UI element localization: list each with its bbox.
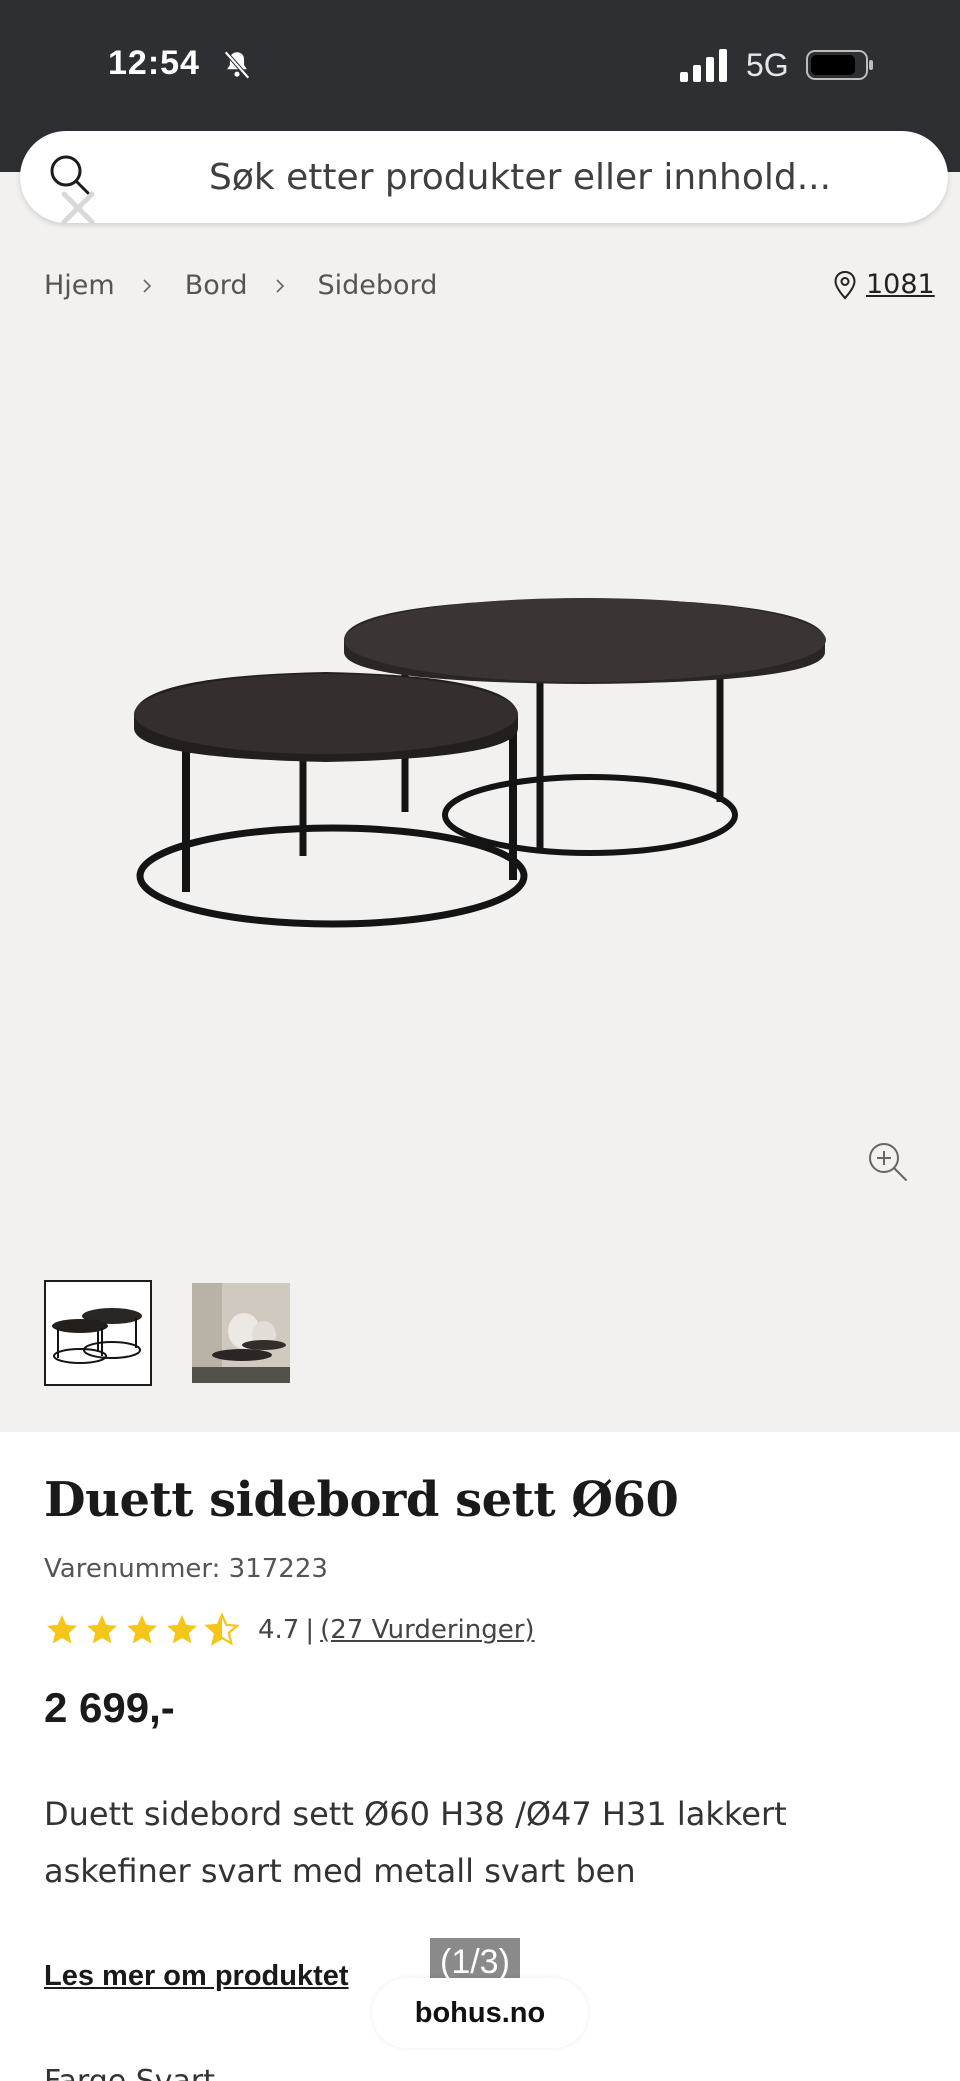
signal-icon [680, 49, 727, 82]
product-image[interactable] [120, 580, 840, 1000]
store-selector[interactable]: 1081 [832, 269, 935, 300]
thumbnail-1-image [52, 1308, 142, 1364]
star-icon [167, 1615, 197, 1644]
thumbnail-2-image [192, 1283, 290, 1383]
star-icon [47, 1615, 77, 1644]
breadcrumb: Hjem Bord Sidebord [44, 270, 437, 301]
battery-icon [806, 50, 873, 80]
bell-slash-icon [224, 50, 250, 80]
location-pin-icon [834, 270, 856, 299]
color-attribute: Farge Svart [44, 2064, 215, 2081]
reviews-link[interactable]: (27 Vurderinger) [320, 1615, 534, 1645]
star-half-icon [204, 1612, 240, 1646]
breadcrumb-bord[interactable]: Bord [185, 270, 248, 301]
chevron-right-icon [275, 278, 284, 293]
rating-separator: | [305, 1615, 315, 1645]
status-time: 12:54 [108, 44, 200, 82]
store-code[interactable]: 1081 [866, 269, 935, 300]
star-icon [127, 1615, 157, 1644]
breadcrumb-sidebord[interactable]: Sidebord [318, 270, 438, 301]
rating-stars [44, 1612, 244, 1648]
read-more-link[interactable]: Les mer om produktet [44, 1960, 349, 1993]
thumbnail-1[interactable] [44, 1280, 152, 1386]
thumbnail-2[interactable] [192, 1283, 290, 1383]
star-icon [87, 1615, 117, 1644]
product-sku: Varenummer: 317223 [44, 1554, 328, 1584]
search-input[interactable] [130, 147, 910, 207]
close-icon[interactable] [58, 188, 98, 228]
product-title: Duett sidebord sett Ø60 [44, 1472, 679, 1528]
product-description: Duett sidebord sett Ø60 H38 /Ø47 H31 lak… [44, 1795, 787, 1890]
chevron-right-icon [143, 278, 151, 293]
zoom-in-icon[interactable] [866, 1140, 910, 1184]
breadcrumb-home[interactable]: Hjem [44, 270, 115, 301]
product-rating: 4.7 | (27 Vurderinger) [44, 1612, 535, 1648]
search-bar[interactable] [20, 131, 948, 223]
network-type: 5G [746, 47, 789, 83]
rating-score: 4.7 [258, 1615, 300, 1645]
product-price: 2 699,- [44, 1684, 175, 1731]
url-pill[interactable]: bohus.no [372, 1978, 588, 2048]
